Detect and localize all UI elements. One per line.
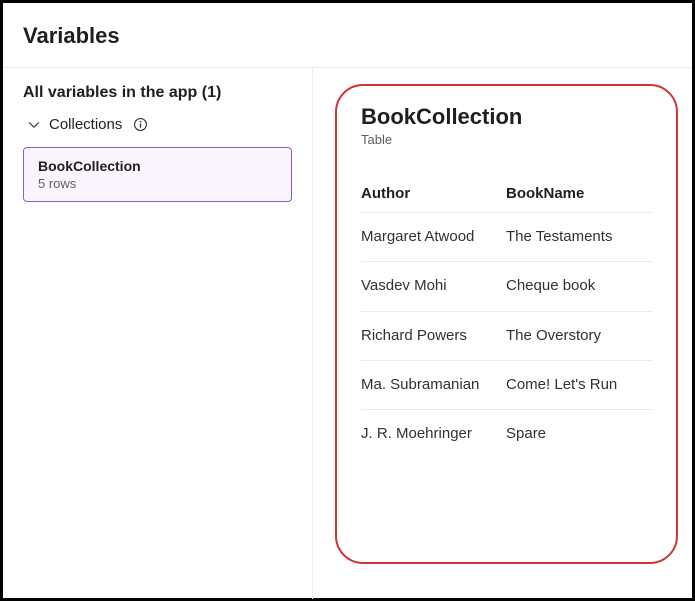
collection-card-name: BookCollection bbox=[38, 158, 277, 174]
table-header-row: Author BookName bbox=[361, 175, 652, 213]
variables-panel: All variables in the app (1) Collections… bbox=[3, 68, 313, 599]
details-panel: BookCollection Table Author BookName Mar… bbox=[313, 68, 692, 599]
info-icon[interactable] bbox=[132, 117, 148, 133]
all-variables-count: (1) bbox=[202, 84, 222, 101]
content-area: All variables in the app (1) Collections… bbox=[3, 68, 692, 599]
column-header-bookname[interactable]: BookName bbox=[506, 185, 652, 202]
cell-author: Vasdev Mohi bbox=[361, 276, 506, 296]
cell-bookname: The Testaments bbox=[506, 227, 652, 247]
collection-title: BookCollection bbox=[361, 104, 652, 130]
collection-type-label: Table bbox=[361, 132, 652, 147]
cell-bookname: Cheque book bbox=[506, 276, 652, 296]
cell-author: Richard Powers bbox=[361, 326, 506, 346]
collection-table: Author BookName Margaret Atwood The Test… bbox=[361, 175, 652, 458]
table-row[interactable]: Ma. Subramanian Come! Let's Run bbox=[361, 361, 652, 410]
chevron-down-icon bbox=[27, 118, 41, 132]
highlight-annotation: BookCollection Table Author BookName Mar… bbox=[335, 84, 678, 564]
page-title: Variables bbox=[3, 3, 692, 49]
cell-bookname: Spare bbox=[506, 424, 652, 444]
table-row[interactable]: Richard Powers The Overstory bbox=[361, 312, 652, 361]
collections-toggle[interactable]: Collections bbox=[23, 116, 292, 133]
collections-label: Collections bbox=[49, 116, 122, 133]
cell-author: J. R. Moehringer bbox=[361, 424, 506, 444]
collection-card[interactable]: BookCollection 5 rows bbox=[23, 147, 292, 202]
table-row[interactable]: Margaret Atwood The Testaments bbox=[361, 213, 652, 262]
all-variables-label: All variables in the app bbox=[23, 84, 197, 101]
cell-bookname: Come! Let's Run bbox=[506, 375, 652, 395]
cell-author: Margaret Atwood bbox=[361, 227, 506, 247]
table-row[interactable]: Vasdev Mohi Cheque book bbox=[361, 262, 652, 311]
column-header-author[interactable]: Author bbox=[361, 185, 506, 202]
cell-bookname: The Overstory bbox=[506, 326, 652, 346]
collection-card-rowcount: 5 rows bbox=[38, 176, 277, 191]
all-variables-heading: All variables in the app (1) bbox=[23, 84, 292, 102]
cell-author: Ma. Subramanian bbox=[361, 375, 506, 395]
table-row[interactable]: J. R. Moehringer Spare bbox=[361, 410, 652, 458]
